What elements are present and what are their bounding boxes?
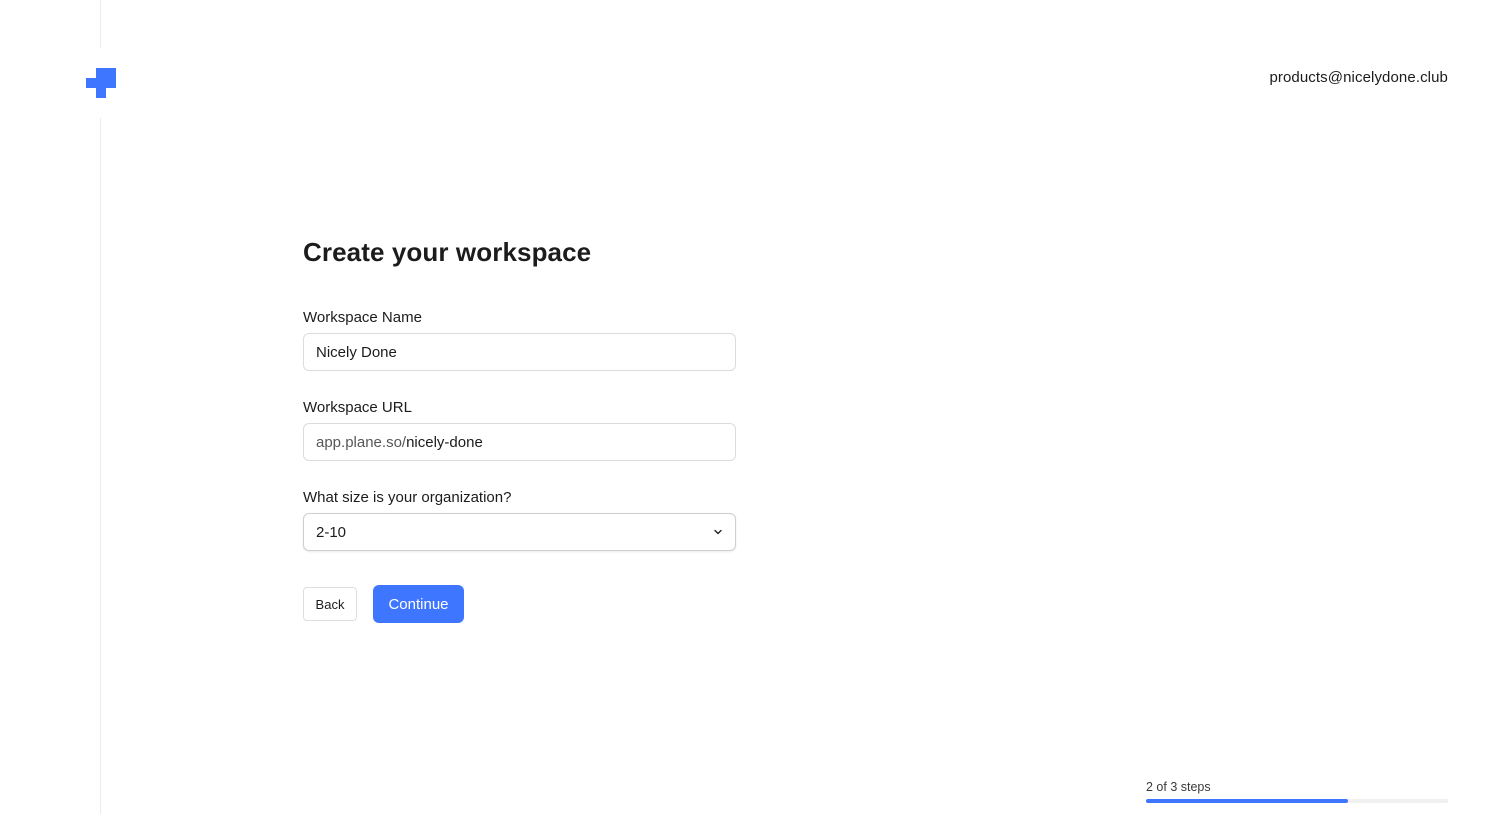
org-size-field: What size is your organization? 2-10 [303,489,736,551]
chevron-down-icon [713,527,723,537]
onboarding-page: products@nicelydone.club Create your wor… [0,0,1512,814]
org-size-label: What size is your organization? [303,489,512,506]
continue-button[interactable]: Continue [373,585,464,623]
progress-track [1146,799,1448,803]
user-email: products@nicelydone.club [1269,69,1448,86]
progress-label: 2 of 3 steps [1146,780,1211,794]
workspace-name-field: Workspace Name Nicely Done [303,309,736,371]
progress-fill [1146,799,1349,803]
workspace-name-input[interactable]: Nicely Done [303,333,736,371]
workspace-url-field: Workspace URL app.plane.so/nicely-done [303,399,736,461]
org-size-selected-value: 2-10 [316,523,347,541]
page-title: Create your workspace [303,237,592,267]
workspace-url-prefix: app.plane.so/ [316,433,407,451]
workspace-name-label: Workspace Name [303,309,422,326]
sidebar-divider-bottom [100,118,101,814]
create-workspace-form: Create your workspace Workspace Name Nic… [303,236,736,623]
workspace-url-input[interactable]: app.plane.so/nicely-done [303,423,736,461]
onboarding-progress: 2 of 3 steps [1146,779,1448,803]
form-actions: Back Continue [303,585,464,623]
workspace-name-value: Nicely Done [316,343,397,361]
workspace-url-label: Workspace URL [303,399,412,416]
back-button[interactable]: Back [303,587,357,621]
sidebar-divider-top [100,0,101,48]
workspace-url-value: nicely-done [406,433,483,451]
plane-logo-icon [86,68,116,98]
org-size-select[interactable]: 2-10 [303,513,736,551]
